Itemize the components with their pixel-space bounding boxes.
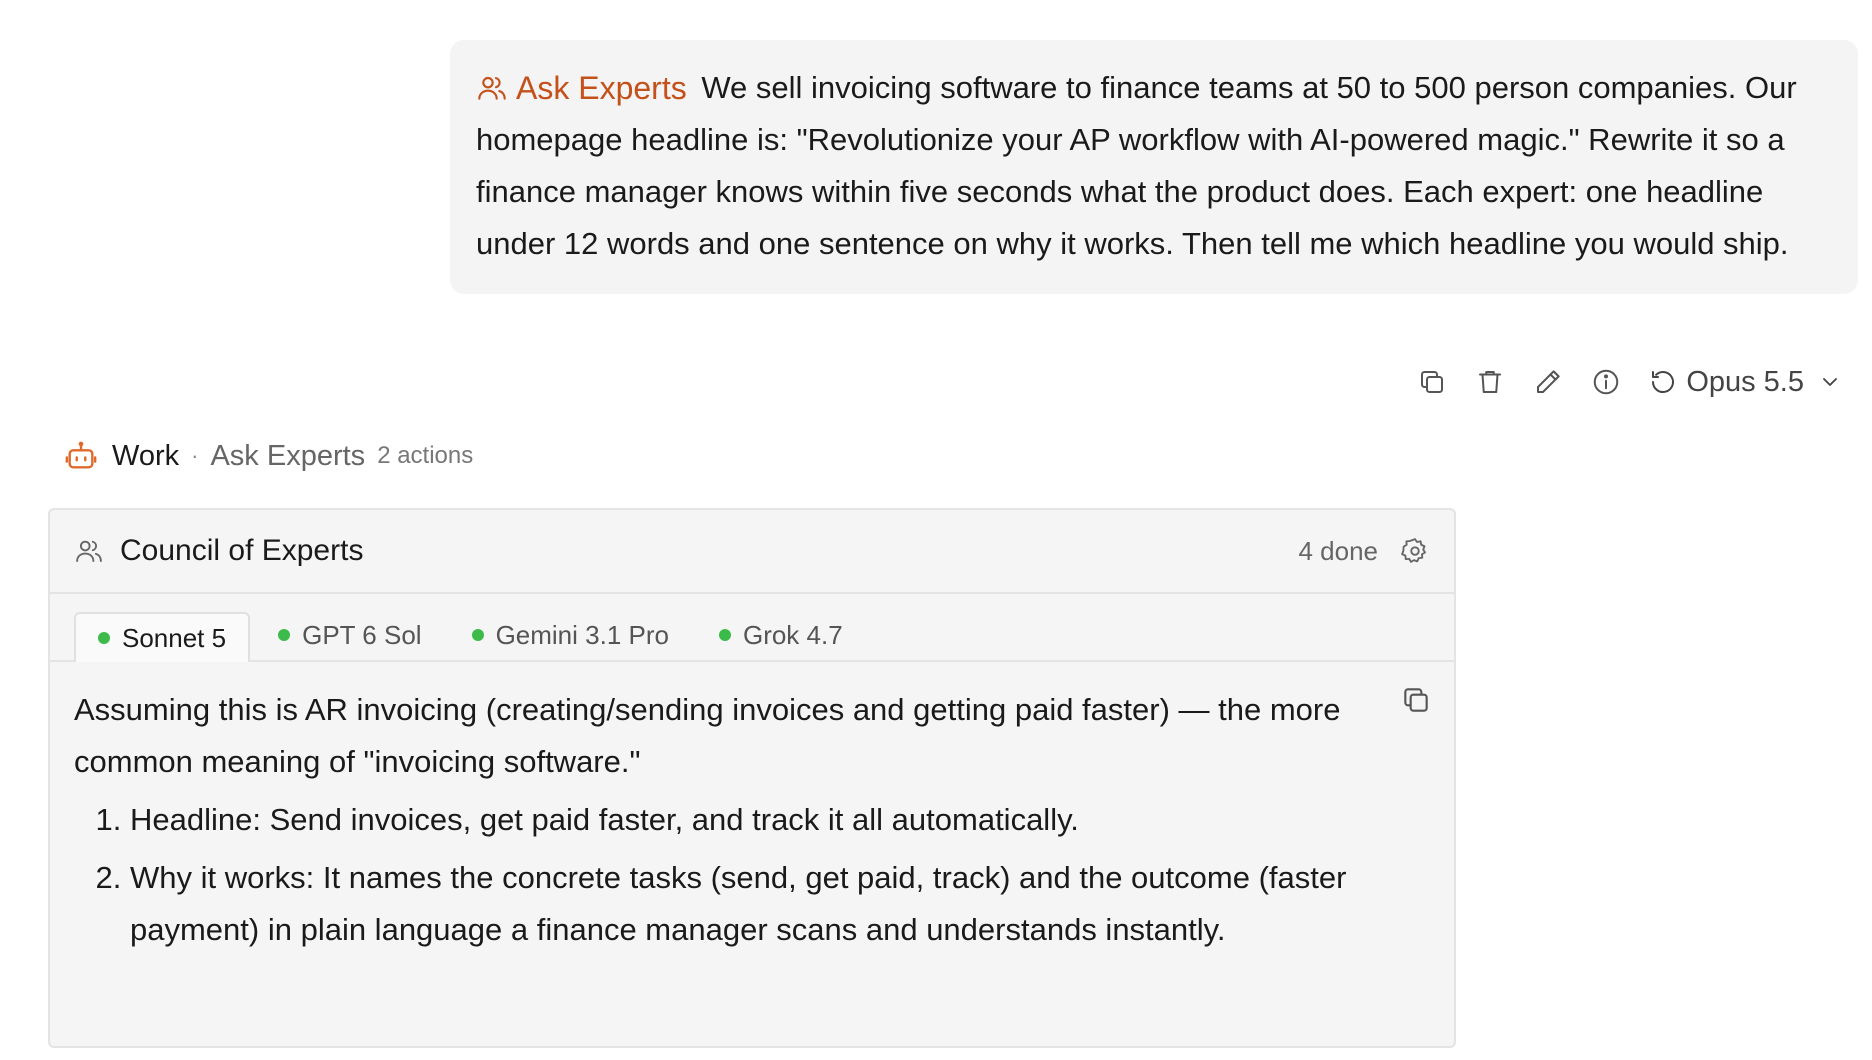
response-body: Assuming this is AR invoicing (creating/… [50,662,1454,956]
ask-experts-tag: Ask Experts [476,62,687,114]
info-icon[interactable] [1590,366,1622,398]
response-intro: Assuming this is AR invoicing (creating/… [74,692,1341,779]
status-count: 4 done [1298,535,1378,566]
council-panel: Council of Experts 4 done Sonnet 5 GPT 6… [48,508,1456,1048]
robot-icon [65,441,97,469]
people-icon [478,76,506,100]
tab-label: Gemini 3.1 Pro [495,619,669,650]
panel-header: Council of Experts 4 done [50,510,1454,594]
actions-count: 2 actions [377,442,474,469]
people-icon [76,540,102,562]
list-item: Headline: Send invoices, get paid faster… [130,794,1400,846]
response-list: Headline: Send invoices, get paid faster… [74,794,1400,956]
tab-label: Sonnet 5 [122,622,227,653]
copy-icon[interactable] [1400,684,1432,716]
model-name: Opus 5.5 [1686,365,1804,398]
separator: · [191,443,199,468]
copy-icon[interactable] [1416,366,1448,398]
user-message-bubble: Ask Experts We sell invoicing software t… [450,40,1858,294]
tab-label: Grok 4.7 [742,619,843,650]
expert-tabs: Sonnet 5 GPT 6 Sol Gemini 3.1 Pro Grok 4… [50,594,1454,662]
status-dot [471,629,484,641]
tab-grok-4-7[interactable]: Grok 4.7 [697,610,865,660]
status-dot [718,629,731,641]
gear-icon[interactable] [1400,536,1430,566]
ask-experts-label: Ask Experts [516,70,687,106]
retry-icon [1652,371,1675,394]
tab-sonnet-5[interactable]: Sonnet 5 [74,612,251,662]
status-dot [98,632,110,644]
panel-title: Council of Experts [120,534,364,567]
work-label: Work [112,439,180,472]
tool-label: Ask Experts [210,439,366,472]
tab-label: GPT 6 Sol [302,619,422,650]
work-line[interactable]: Work · Ask Experts 2 actions [64,436,473,476]
chevron-down-icon [1823,378,1837,386]
status-dot [278,629,291,641]
tab-gpt-6-sol[interactable]: GPT 6 Sol [256,610,443,660]
trash-icon[interactable] [1474,366,1506,398]
model-selector[interactable]: Opus 5.5 [1648,366,1842,399]
message-actions: Opus 5.5 [1416,360,1842,404]
list-item: Why it works: It names the concrete task… [130,852,1400,956]
pencil-icon[interactable] [1532,366,1564,398]
tab-gemini-3-1-pro[interactable]: Gemini 3.1 Pro [450,610,691,660]
